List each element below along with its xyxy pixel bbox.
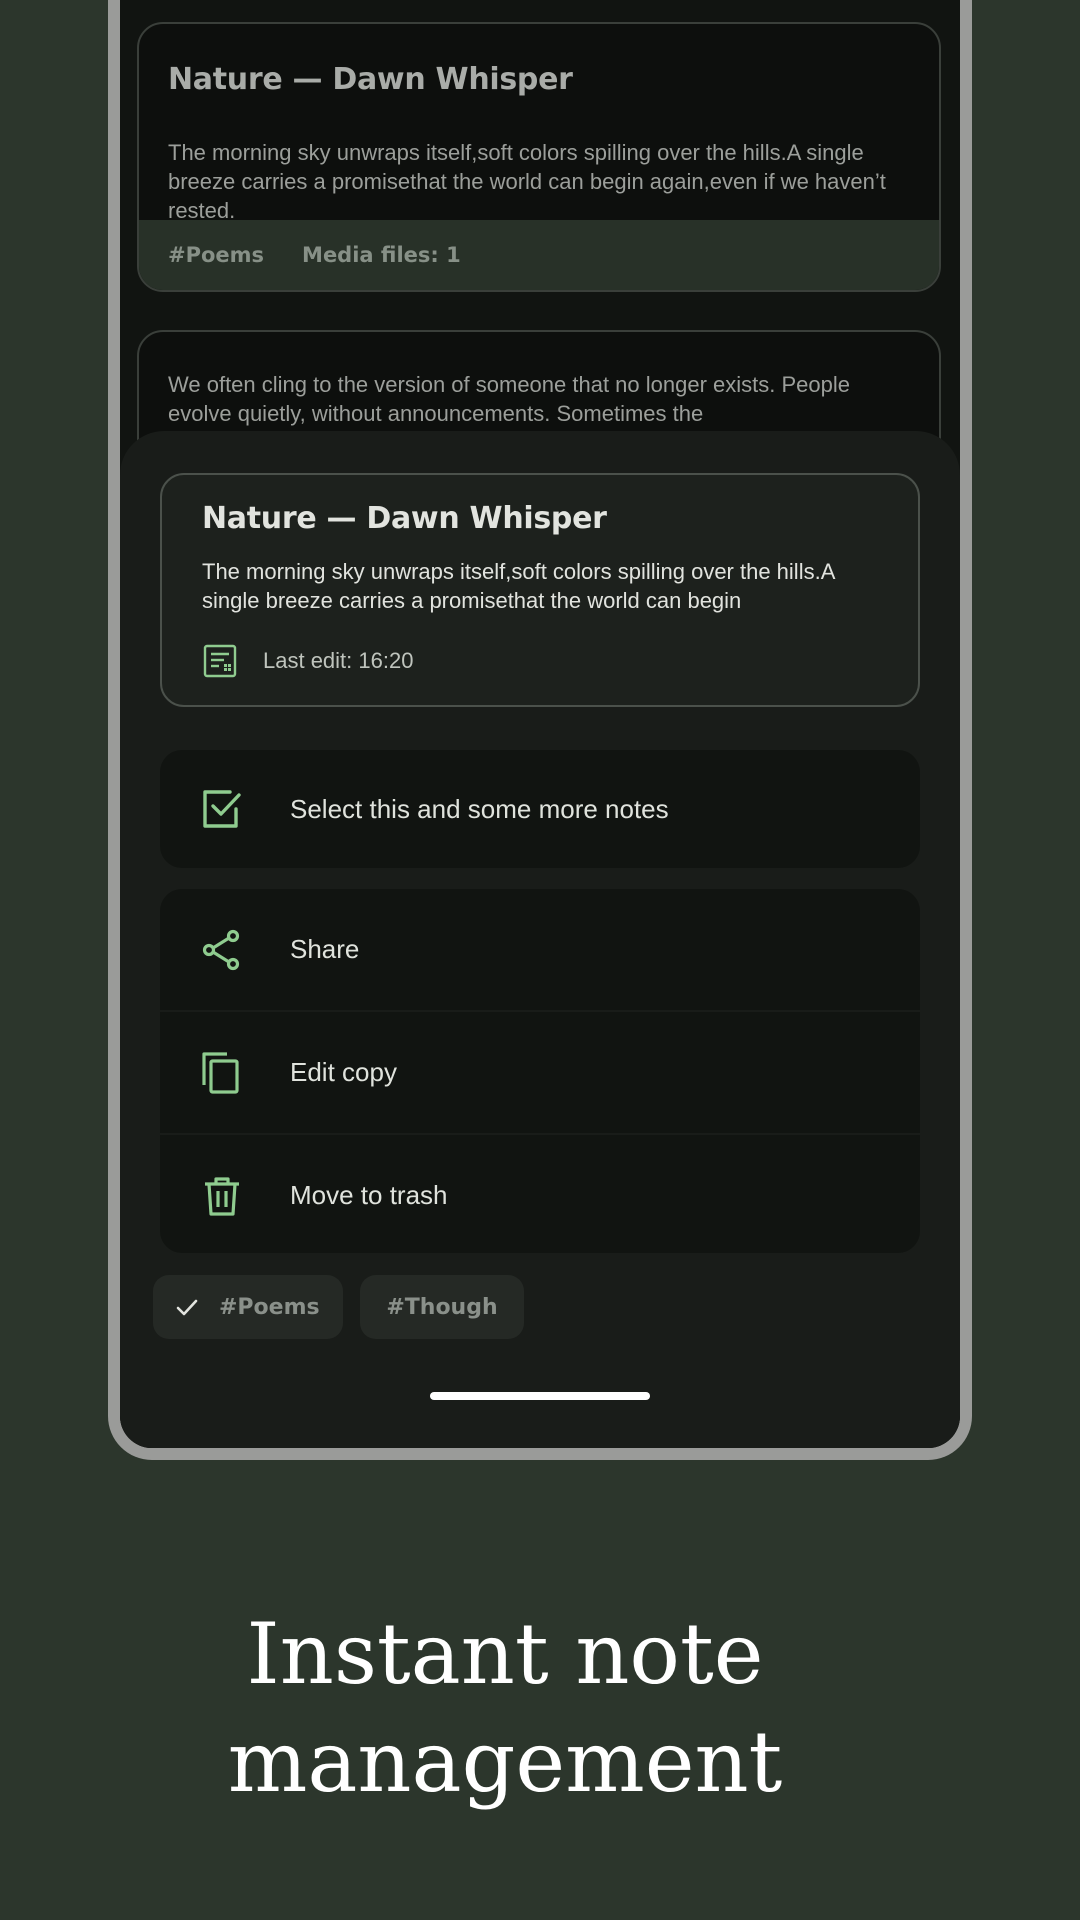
select-group: Select this and some more notes <box>160 750 920 868</box>
tag-chip-though[interactable]: #Though <box>360 1275 524 1339</box>
check-icon <box>176 1299 198 1316</box>
select-notes-button[interactable]: Select this and some more notes <box>160 750 920 868</box>
phone-frame: Nature — Dawn Whisper The morning sky un… <box>108 0 972 1460</box>
copy-icon <box>202 1051 239 1094</box>
edit-copy-label: Edit copy <box>290 1057 397 1087</box>
note-body: We often cling to the version of someone… <box>168 372 850 426</box>
tag-chip-label: #Poems <box>219 1294 320 1320</box>
last-edit-row: Last edit: 16:20 <box>202 643 413 679</box>
promo-headline: Instant note management <box>0 1600 1010 1816</box>
home-indicator[interactable] <box>430 1392 650 1400</box>
note-tag: #Poems <box>168 243 265 267</box>
preview-title: Nature — Dawn Whisper <box>202 501 607 536</box>
checkbox-icon <box>203 790 241 828</box>
note-title: Nature — Dawn Whisper <box>168 62 573 97</box>
tag-chip-label: #Though <box>386 1294 498 1320</box>
share-label: Share <box>290 934 360 964</box>
headline-line-1: Instant note <box>246 1605 764 1703</box>
share-icon <box>202 929 240 970</box>
move-to-trash-label: Move to trash <box>290 1180 448 1210</box>
edit-copy-button[interactable]: Edit copy <box>160 1010 920 1133</box>
last-edit-text: Last edit: 16:20 <box>263 648 414 673</box>
app-screen: Nature — Dawn Whisper The morning sky un… <box>120 0 960 1448</box>
headline-line-2: management <box>227 1713 783 1811</box>
note-preview-card: Nature — Dawn Whisper The morning sky un… <box>160 473 920 707</box>
actions-group: Share Edit copy Move to trash <box>160 889 920 1253</box>
note-details-icon <box>203 644 237 678</box>
note-body: The morning sky unwraps itself,soft colo… <box>168 140 886 223</box>
tag-chip-poems[interactable]: #Poems <box>153 1275 343 1339</box>
note-card[interactable]: Nature — Dawn Whisper The morning sky un… <box>137 22 941 292</box>
note-footer: #Poems Media files: 1 <box>139 220 939 290</box>
media-count: Media files: 1 <box>302 243 461 267</box>
trash-icon <box>205 1176 239 1216</box>
select-notes-label: Select this and some more notes <box>290 793 669 824</box>
move-to-trash-button[interactable]: Move to trash <box>160 1133 920 1253</box>
bottom-sheet: Nature — Dawn Whisper The morning sky un… <box>120 431 960 1448</box>
share-button[interactable]: Share <box>160 889 920 1010</box>
preview-body: The morning sky unwraps itself,soft colo… <box>202 559 835 613</box>
